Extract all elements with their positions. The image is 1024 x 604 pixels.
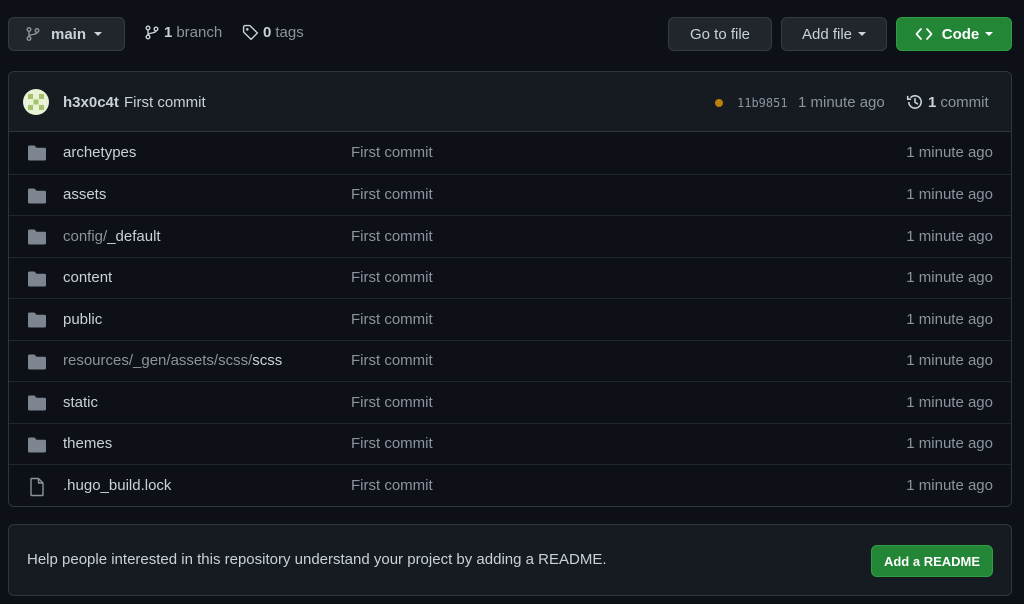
- file-commit-age: 1 minute ago: [906, 227, 993, 245]
- file-name-link[interactable]: resources/_gen/assets/scss/scss: [63, 352, 282, 369]
- branch-select-button[interactable]: main: [8, 17, 125, 51]
- commit-status-dot[interactable]: [715, 99, 723, 107]
- folder-icon: [27, 270, 47, 288]
- tag-icon: [242, 24, 259, 41]
- file-row[interactable]: resources/_gen/assets/scss/scss First com…: [9, 339, 1011, 382]
- file-icon: [27, 477, 47, 497]
- code-label: Code: [941, 25, 980, 43]
- folder-icon: [27, 187, 47, 205]
- commits-count: 1: [928, 93, 937, 111]
- commit-message[interactable]: First commit: [124, 94, 206, 111]
- code-icon: [915, 28, 933, 40]
- commit-sha[interactable]: 11b9851: [737, 96, 788, 110]
- file-commit-age: 1 minute ago: [906, 186, 993, 204]
- git-branch-icon: [26, 27, 40, 41]
- folder-icon: [27, 144, 47, 162]
- file-name-link[interactable]: content: [63, 269, 112, 286]
- code-button[interactable]: Code: [896, 17, 1012, 51]
- file-commit-age: 1 minute ago: [906, 269, 993, 287]
- add-readme-button[interactable]: Add a README: [871, 545, 993, 577]
- commits-label: commit: [940, 93, 989, 111]
- file-row[interactable]: .hugo_build.lock First commit 1 minute ago: [9, 464, 1011, 506]
- file-commit-age: 1 minute ago: [906, 476, 993, 494]
- file-commit-message[interactable]: First commit: [351, 311, 433, 328]
- file-list: archetypes First commit 1 minute ago assets…: [9, 132, 1011, 506]
- file-name: static: [63, 393, 99, 411]
- add-file-button[interactable]: Add file: [781, 17, 887, 51]
- file-commit-age: 1 minute ago: [906, 393, 993, 411]
- latest-commit-bar: h3x0c4t First commit 11b9851 1 minute ag…: [9, 72, 1011, 132]
- file-commit-message[interactable]: First commit: [351, 144, 433, 161]
- branches-label: branch: [176, 24, 223, 41]
- file-name-link[interactable]: assets: [63, 186, 106, 203]
- add-file-label: Add file: [801, 25, 853, 43]
- file-row[interactable]: config/_default First commit 1 minute ago: [9, 215, 1011, 257]
- commits-history-link[interactable]: 1 commit: [906, 93, 989, 111]
- branches-count: 1: [164, 24, 173, 41]
- branch-name: main: [51, 25, 87, 43]
- file-name-link[interactable]: themes: [63, 435, 112, 452]
- file-commit-age: 1 minute ago: [906, 352, 993, 370]
- file-row[interactable]: content First commit 1 minute ago: [9, 256, 1011, 299]
- file-browser: h3x0c4t First commit 11b9851 1 minute ag…: [8, 71, 1012, 507]
- file-row[interactable]: assets First commit 1 minute ago: [9, 173, 1011, 216]
- file-name: archetypes: [63, 144, 137, 162]
- tags-count: 0: [263, 24, 272, 41]
- commit-author[interactable]: h3x0c4t: [63, 94, 119, 111]
- file-name: _default: [107, 227, 161, 245]
- commit-time: 1 minute ago: [798, 94, 885, 111]
- file-row[interactable]: static First commit 1 minute ago: [9, 381, 1011, 423]
- history-icon: [906, 95, 922, 109]
- go-to-file-label: Go to file: [689, 25, 751, 43]
- file-path-prefix: config/: [63, 227, 108, 245]
- folder-icon: [27, 353, 47, 371]
- file-row[interactable]: public First commit 1 minute ago: [9, 298, 1011, 340]
- file-row[interactable]: themes First commit 1 minute ago: [9, 422, 1011, 465]
- file-name-link[interactable]: .hugo_build.lock: [63, 477, 171, 494]
- file-commit-message[interactable]: First commit: [351, 186, 433, 203]
- file-commit-message[interactable]: First commit: [351, 352, 433, 369]
- add-readme-label: Add a README: [883, 553, 981, 569]
- file-name-link[interactable]: public: [63, 311, 102, 328]
- folder-icon: [27, 436, 47, 454]
- file-name: scss: [252, 352, 283, 370]
- tags-link[interactable]: 0 tags: [242, 24, 304, 41]
- folder-icon: [27, 228, 47, 246]
- readme-banner: Help people interested in this repositor…: [8, 524, 1012, 596]
- identicon-avatar: [23, 89, 49, 115]
- file-commit-age: 1 minute ago: [906, 144, 993, 162]
- folder-icon: [27, 394, 47, 412]
- file-commit-message[interactable]: First commit: [351, 269, 433, 286]
- file-commit-message[interactable]: First commit: [351, 228, 433, 245]
- file-row[interactable]: archetypes First commit 1 minute ago: [9, 132, 1011, 174]
- file-name-link[interactable]: archetypes: [63, 144, 136, 161]
- file-name: .hugo_build.lock: [63, 476, 172, 494]
- file-name: assets: [63, 186, 107, 204]
- file-name: content: [63, 269, 113, 287]
- folder-icon: [27, 311, 47, 329]
- file-commit-age: 1 minute ago: [906, 435, 993, 453]
- readme-banner-text: Help people interested in this repositor…: [27, 551, 607, 568]
- file-name: public: [63, 310, 103, 328]
- file-commit-age: 1 minute ago: [906, 310, 993, 328]
- file-commit-message[interactable]: First commit: [351, 435, 433, 452]
- file-name-link[interactable]: static: [63, 394, 98, 411]
- file-commit-message[interactable]: First commit: [351, 477, 433, 494]
- chevron-down-icon: [858, 32, 867, 36]
- tags-label: tags: [275, 24, 304, 41]
- file-commit-message[interactable]: First commit: [351, 394, 433, 411]
- branches-link[interactable]: 1 branch: [144, 24, 222, 41]
- file-path-prefix: resources/_gen/assets/scss/: [63, 352, 253, 370]
- chevron-down-icon: [94, 32, 103, 36]
- file-name: themes: [63, 435, 113, 453]
- go-to-file-button[interactable]: Go to file: [668, 17, 772, 51]
- chevron-down-icon: [985, 32, 994, 36]
- file-name-link[interactable]: config/_default: [63, 228, 161, 245]
- git-branch-icon: [145, 25, 159, 40]
